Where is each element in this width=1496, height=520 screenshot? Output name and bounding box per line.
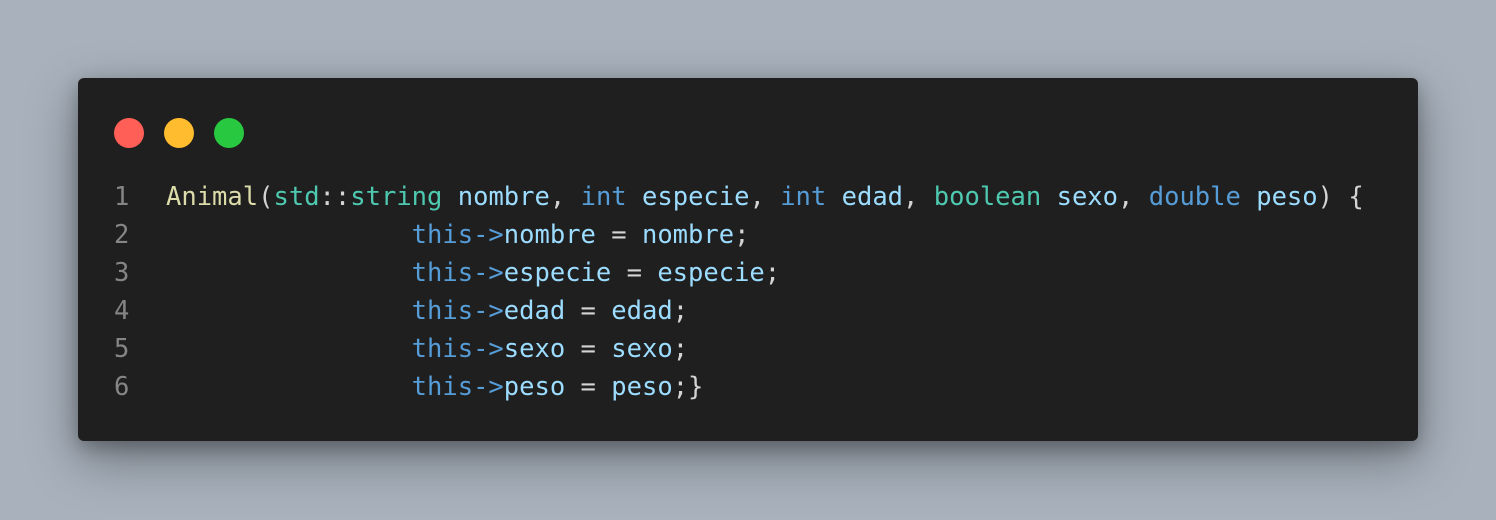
code-token: especie: [642, 182, 750, 212]
code-token: nombre: [457, 182, 550, 212]
code-token: =: [565, 334, 612, 364]
code-token: boolean: [933, 182, 1042, 212]
code-token: ;}: [672, 372, 704, 402]
code-token: ->: [473, 258, 504, 288]
code-token: ->: [473, 220, 504, 250]
code-token: edad: [841, 182, 904, 212]
line-source: this->especie = especie;: [166, 254, 781, 292]
line-number: 4: [114, 296, 130, 326]
line-source: Animal(std::string nombre, int especie, …: [166, 178, 1364, 216]
line-source: this->edad = edad;: [166, 292, 688, 330]
code-token: especie: [503, 258, 612, 288]
code-token: ,: [1118, 182, 1149, 212]
code-token: (: [258, 182, 274, 212]
code-line: 2 this->nombre = nombre;: [78, 216, 1418, 254]
code-token: peso: [1256, 182, 1318, 212]
code-token: ;: [672, 296, 689, 326]
code-token: peso: [503, 372, 566, 402]
code-token: peso: [611, 372, 673, 402]
code-line: 4 this->edad = edad;: [78, 292, 1418, 330]
code-token: double: [1148, 182, 1241, 212]
code-token: this: [411, 296, 474, 326]
code-token: ;: [764, 258, 781, 288]
maximize-button[interactable]: [214, 118, 244, 148]
line-number: 3: [114, 258, 130, 288]
code-token: especie: [657, 258, 765, 288]
code-line: 6 this->peso = peso;}: [78, 368, 1418, 406]
line-number: 2: [114, 220, 130, 250]
code-token: =: [595, 220, 642, 250]
code-token: ::: [319, 182, 351, 212]
code-line: 3 this->especie = especie;: [78, 254, 1418, 292]
line-number: 1: [114, 182, 130, 212]
code-token: std: [273, 182, 320, 212]
code-token: ->: [473, 296, 504, 326]
code-token: int: [580, 182, 627, 212]
code-token: sexo: [503, 334, 566, 364]
code-token: ,: [549, 182, 581, 212]
line-source: this->peso = peso;}: [166, 368, 704, 406]
line-number: 5: [114, 334, 130, 364]
code-window: 1 Animal(std::string nombre, int especie,…: [78, 78, 1418, 441]
code-token: =: [565, 296, 612, 326]
code-token: =: [611, 258, 658, 288]
code-token: nombre: [503, 220, 596, 250]
code-token: ->: [473, 334, 504, 364]
code-token: edad: [503, 296, 566, 326]
code-block: 1 Animal(std::string nombre, int especie,…: [78, 178, 1418, 406]
code-token: string: [350, 182, 443, 212]
code-token: this: [411, 334, 474, 364]
code-token: edad: [611, 296, 673, 326]
close-button[interactable]: [114, 118, 144, 148]
code-token: ,: [749, 182, 781, 212]
code-token: nombre: [641, 220, 735, 250]
code-token: Animal: [166, 182, 259, 212]
code-token: sexo: [611, 334, 673, 364]
code-line: 5 this->sexo = sexo;: [78, 330, 1418, 368]
code-token: int: [780, 182, 827, 212]
window-controls: [114, 118, 244, 148]
code-token: =: [565, 372, 612, 402]
code-line: 1 Animal(std::string nombre, int especie,…: [78, 178, 1418, 216]
code-token: this: [411, 220, 474, 250]
minimize-button[interactable]: [164, 118, 194, 148]
code-token: ;: [734, 220, 750, 250]
code-token: ) {: [1317, 182, 1364, 212]
code-token: this: [411, 372, 474, 402]
code-token: ->: [473, 372, 504, 402]
line-number: 6: [114, 372, 130, 402]
code-token: ,: [903, 182, 934, 212]
code-token: sexo: [1056, 182, 1119, 212]
code-token: ;: [672, 334, 689, 364]
code-token: this: [411, 258, 474, 288]
line-source: this->sexo = sexo;: [166, 330, 688, 368]
line-source: this->nombre = nombre;: [166, 216, 750, 254]
